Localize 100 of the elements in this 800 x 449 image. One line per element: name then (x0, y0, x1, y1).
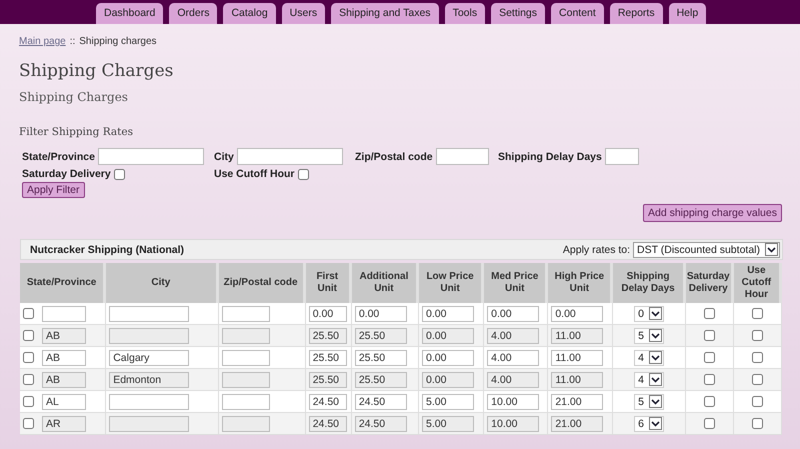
price-field[interactable]: 11.00 (551, 328, 604, 344)
saturday-checkbox[interactable] (704, 352, 715, 364)
section-title: Shipping Charges (19, 90, 129, 104)
row-checkbox[interactable] (23, 396, 34, 407)
delay-days-dropdown[interactable]: 5 (634, 328, 664, 344)
row-checkbox[interactable] (23, 418, 34, 429)
apply-filter-button[interactable]: Apply Filter (22, 182, 85, 198)
price-field[interactable]: 0.00 (308, 306, 347, 322)
cutoff-checkbox[interactable] (752, 352, 763, 364)
city-field[interactable] (109, 328, 190, 344)
price-field[interactable]: 25.50 (308, 350, 347, 366)
cutoff-checkbox[interactable] (752, 418, 763, 430)
price-field[interactable]: 0.00 (487, 306, 540, 322)
zip-field[interactable] (222, 372, 270, 388)
delay-days-dropdown[interactable]: 4 (634, 372, 664, 388)
nav-tab[interactable]: Shipping and Taxes (331, 3, 439, 24)
price-field[interactable]: 0.00 (422, 306, 474, 322)
price-field[interactable]: 5.00 (422, 416, 474, 432)
filter-checkbox[interactable] (298, 168, 308, 180)
saturday-checkbox[interactable] (704, 418, 715, 430)
price-field[interactable]: 25.50 (308, 328, 347, 344)
price-field[interactable]: 4.00 (487, 350, 540, 366)
price-field[interactable]: 0.00 (422, 350, 474, 366)
zip-field[interactable] (222, 306, 270, 322)
row-checkbox[interactable] (23, 330, 34, 341)
breadcrumb-separator: :: (70, 36, 76, 47)
city-field[interactable] (109, 394, 190, 410)
breadcrumb-link[interactable]: Main page (19, 36, 66, 47)
price-field[interactable]: 4.00 (487, 328, 540, 344)
city-field[interactable] (109, 306, 190, 322)
apply-rates-label: Apply rates to: (562, 244, 630, 256)
saturday-checkbox[interactable] (704, 374, 715, 386)
nav-tab[interactable]: Tools (444, 3, 486, 24)
price-field[interactable]: 5.00 (422, 394, 474, 410)
filter-field[interactable] (604, 148, 639, 165)
price-field[interactable]: 24.50 (354, 416, 407, 432)
price-field[interactable]: 0.00 (354, 306, 407, 322)
filter-field[interactable] (436, 148, 489, 165)
price-field[interactable]: 25.50 (354, 372, 407, 388)
city-field[interactable]: Edmonton (109, 372, 190, 388)
state-field[interactable]: AR (42, 416, 86, 432)
price-field[interactable]: 21.00 (551, 394, 604, 410)
state-field[interactable]: AB (42, 372, 86, 388)
add-values-button[interactable]: Add shipping charge values (642, 204, 782, 222)
price-field[interactable]: 24.50 (354, 394, 407, 410)
state-field[interactable]: AB (42, 350, 86, 366)
cutoff-checkbox[interactable] (752, 330, 763, 342)
price-field[interactable]: 11.00 (551, 372, 604, 388)
price-field[interactable]: 0.00 (422, 328, 474, 344)
price-field[interactable]: 4.00 (487, 372, 540, 388)
nav-tab[interactable]: Content (551, 3, 604, 24)
zip-field[interactable] (222, 394, 270, 410)
state-field[interactable]: AL (42, 394, 86, 410)
nav-tab[interactable]: Catalog (223, 3, 276, 24)
state-field[interactable]: AB (42, 328, 86, 344)
price-field[interactable]: 0.00 (422, 372, 474, 388)
zip-field[interactable] (222, 416, 270, 432)
delay-days-dropdown[interactable]: 4 (634, 350, 664, 366)
nav-tab[interactable]: Help (668, 3, 706, 24)
city-field[interactable]: Calgary (109, 350, 190, 366)
delay-days-dropdown[interactable]: 6 (634, 416, 664, 432)
nav-tab[interactable]: Settings (491, 3, 546, 24)
table-title: Nutcracker Shipping (National) (30, 244, 184, 256)
nav-tab[interactable]: Orders (169, 3, 218, 24)
price-field[interactable]: 0.00 (551, 306, 604, 322)
saturday-checkbox[interactable] (704, 330, 715, 342)
city-field[interactable] (109, 416, 190, 432)
delay-days-dropdown[interactable]: 5 (634, 394, 664, 410)
column-header: Zip/Postal code (218, 263, 306, 303)
price-field[interactable]: 24.50 (308, 416, 347, 432)
column-header: State/Province (20, 263, 106, 303)
cutoff-checkbox[interactable] (752, 374, 763, 386)
filter-label: Use Cutoff Hour (214, 168, 294, 180)
row-checkbox[interactable] (23, 308, 34, 319)
price-field[interactable]: 25.50 (354, 328, 407, 344)
delay-days-dropdown[interactable]: 0 (634, 306, 664, 322)
nav-tab[interactable]: Reports (610, 3, 663, 24)
column-header: High Price Unit (548, 263, 614, 303)
apply-rates-dropdown[interactable]: DST (Discounted subtotal) (633, 242, 780, 258)
price-field[interactable]: 24.50 (308, 394, 347, 410)
saturday-checkbox[interactable] (704, 396, 715, 408)
nav-tab[interactable]: Dashboard (96, 3, 164, 24)
zip-field[interactable] (222, 350, 270, 366)
price-field[interactable]: 25.50 (354, 350, 407, 366)
price-field[interactable]: 21.00 (551, 416, 604, 432)
cutoff-checkbox[interactable] (752, 396, 763, 408)
price-field[interactable]: 11.00 (551, 350, 604, 366)
state-field[interactable] (42, 306, 86, 322)
price-field[interactable]: 25.50 (308, 372, 347, 388)
filter-field[interactable] (236, 148, 343, 165)
saturday-checkbox[interactable] (704, 308, 715, 320)
zip-field[interactable] (222, 328, 270, 344)
row-checkbox[interactable] (23, 374, 34, 385)
row-checkbox[interactable] (23, 352, 34, 363)
price-field[interactable]: 10.00 (487, 416, 540, 432)
filter-field[interactable] (98, 148, 204, 165)
cutoff-checkbox[interactable] (752, 308, 763, 320)
nav-tab[interactable]: Users (282, 3, 326, 24)
filter-checkbox[interactable] (114, 168, 125, 180)
price-field[interactable]: 10.00 (487, 394, 540, 410)
